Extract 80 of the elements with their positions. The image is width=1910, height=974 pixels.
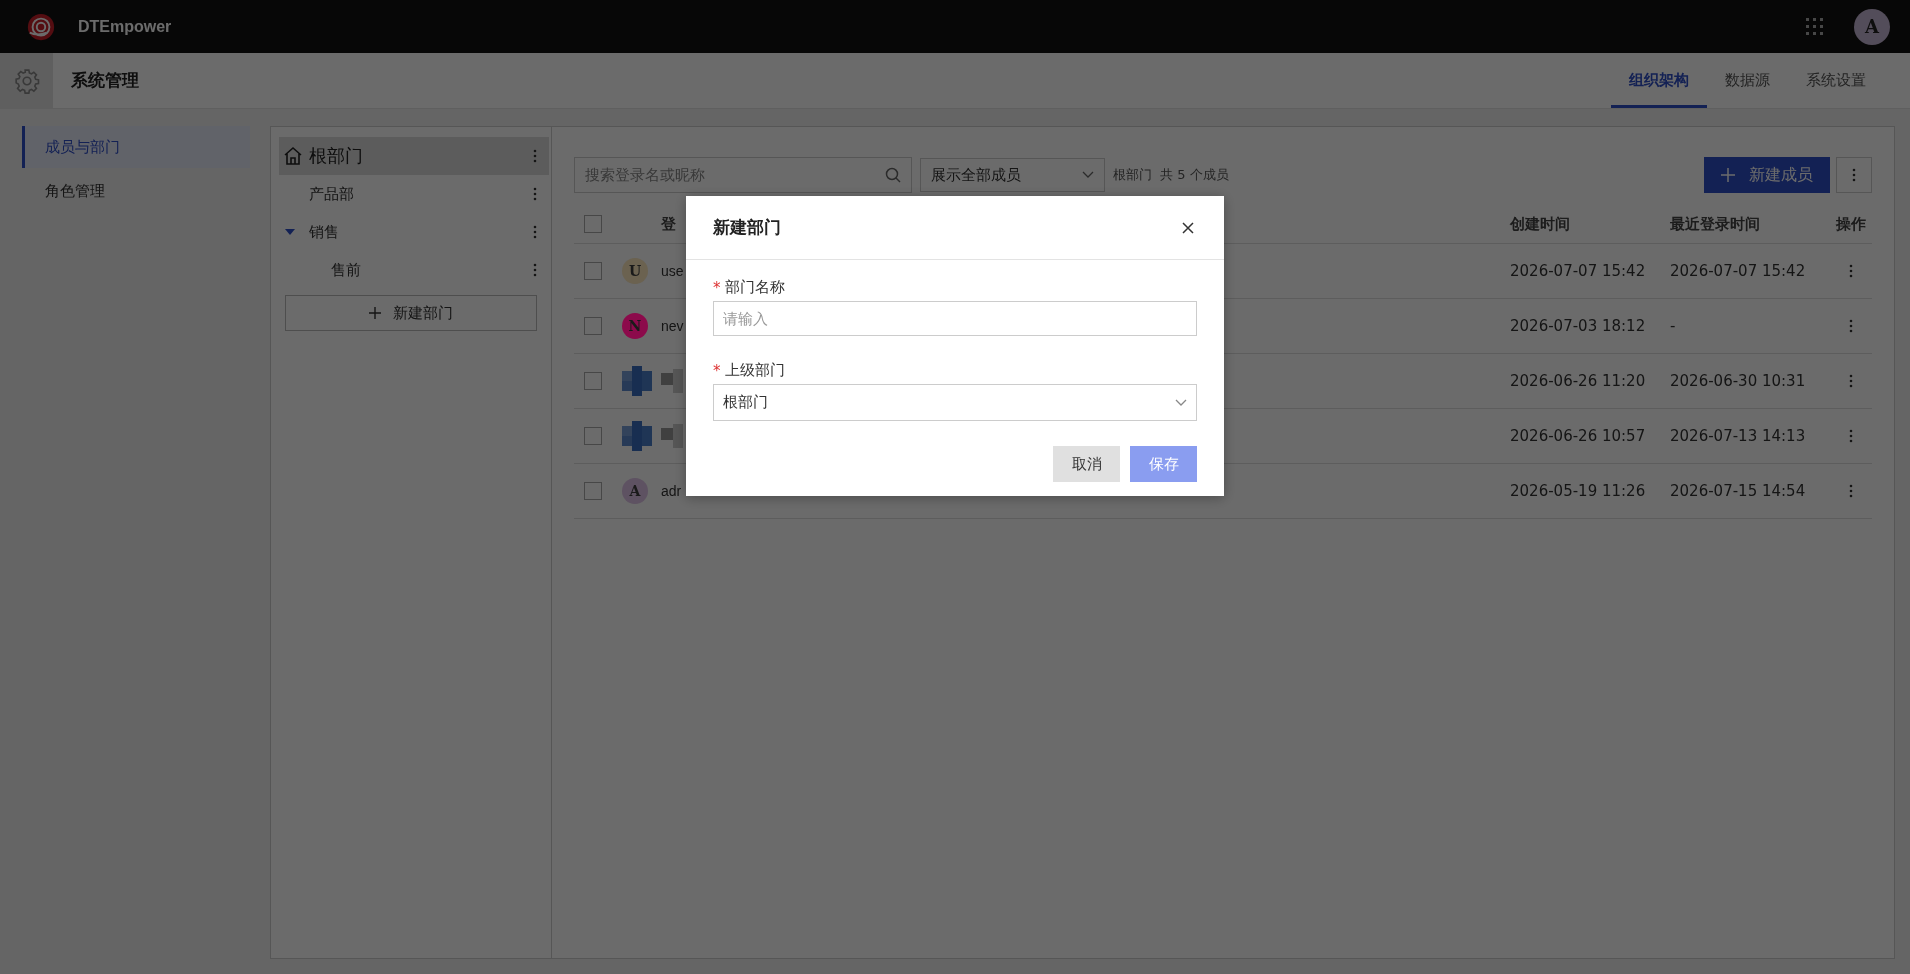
tree-label: 销售	[309, 222, 339, 242]
tab[interactable]: 数据源	[1707, 53, 1788, 108]
tree-label: 根部门	[309, 144, 363, 168]
nav-item[interactable]: 成员与部门	[22, 126, 250, 168]
more-icon[interactable]	[533, 225, 537, 239]
select-all-checkbox[interactable]	[584, 215, 602, 233]
user-name: adr	[661, 483, 682, 499]
more-icon[interactable]	[1849, 484, 1853, 498]
tab[interactable]: 组织架构	[1611, 53, 1707, 108]
table-cell-text: 2026-07-07 15:42	[1510, 262, 1647, 280]
scope-label: 根部门	[1113, 166, 1152, 184]
more-icon[interactable]	[533, 263, 537, 277]
column-header: 登	[661, 214, 676, 234]
tree-label: 产品部	[309, 184, 354, 204]
row-checkbox[interactable]	[584, 372, 602, 390]
field-label: 上级部门	[724, 361, 785, 380]
user-avatar: A	[622, 478, 648, 504]
row-checkbox[interactable]	[584, 262, 602, 280]
app-name: DTEmpower	[78, 17, 172, 36]
table-cell-text: 2026-06-30 10:31	[1670, 372, 1807, 390]
caret-icon[interactable]	[285, 227, 295, 237]
table-cell-text: 2026-06-26 11:20	[1510, 372, 1647, 390]
dialog-title: 新建部门	[713, 216, 781, 239]
search-icon[interactable]	[885, 167, 901, 183]
user-avatar: U	[622, 258, 648, 284]
cancel-button[interactable]: 取消	[1053, 446, 1120, 482]
more-icon[interactable]	[1849, 374, 1853, 388]
more-icon[interactable]	[533, 187, 537, 201]
table-cell-text: -	[1670, 317, 1677, 335]
chevron-down-icon	[1082, 171, 1094, 179]
member-filter-select[interactable]: 展示全部成员	[920, 158, 1105, 192]
table-cell-text: 2026-07-03 18:12	[1510, 317, 1647, 335]
table-cell-text: 2026-07-07 15:42	[1670, 262, 1807, 280]
logo-icon	[26, 11, 56, 42]
row-checkbox[interactable]	[584, 482, 602, 500]
user-name: nev	[661, 318, 684, 334]
more-icon[interactable]	[533, 149, 537, 163]
tree-item[interactable]: 售前	[279, 251, 549, 289]
apps-grid-icon[interactable]	[1806, 17, 1824, 36]
table-cell-text: 2026-05-19 11:26	[1510, 482, 1647, 500]
more-icon[interactable]	[1849, 429, 1853, 443]
required-mark: *	[713, 361, 721, 380]
tree-item[interactable]: 产品部	[279, 175, 549, 213]
home-icon	[283, 146, 303, 166]
pixelated-name	[661, 369, 685, 393]
new-member-button[interactable]: 新建成员	[1704, 157, 1830, 193]
pixelated-name	[661, 424, 685, 448]
row-checkbox[interactable]	[584, 427, 602, 445]
table-cell-text: 2026-07-13 14:13	[1670, 427, 1807, 445]
new-department-button[interactable]: 新建部门	[285, 295, 537, 331]
pixelated-avatar	[622, 421, 652, 451]
settings-icon[interactable]	[0, 53, 53, 108]
close-icon[interactable]	[1182, 221, 1194, 234]
tree-item[interactable]: 销售	[279, 213, 549, 251]
tree-label: 售前	[331, 260, 361, 280]
column-header: 创建时间	[1510, 214, 1571, 234]
user-avatar[interactable]: A	[1854, 8, 1890, 45]
more-icon	[1852, 168, 1856, 182]
table-cell-text: 2026-07-15 14:54	[1670, 482, 1807, 500]
nav-item[interactable]: 角色管理	[22, 170, 250, 212]
user-name: use	[661, 263, 684, 279]
plus-icon	[1721, 168, 1735, 182]
table-cell-text: 2026-06-26 10:57	[1510, 427, 1647, 445]
pixelated-avatar	[622, 366, 652, 396]
tab[interactable]: 系统设置	[1788, 53, 1884, 108]
plus-icon	[369, 307, 381, 319]
parent-select[interactable]: 根部门	[713, 384, 1197, 421]
column-header: 最近登录时间	[1670, 214, 1761, 234]
tree-item[interactable]: 根部门	[279, 137, 549, 175]
more-icon[interactable]	[1849, 319, 1853, 333]
required-mark: *	[713, 278, 721, 297]
user-avatar: N	[622, 313, 648, 339]
more-icon[interactable]	[1849, 264, 1853, 278]
row-checkbox[interactable]	[584, 317, 602, 335]
member-count: 共 5 个成员	[1160, 166, 1229, 184]
input-field[interactable]: 请输入	[713, 301, 1197, 336]
chevron-down-icon	[1175, 398, 1187, 407]
column-header: 操作	[1835, 214, 1867, 234]
field-label: 部门名称	[724, 278, 785, 297]
module-title: 系统管理	[71, 69, 139, 92]
